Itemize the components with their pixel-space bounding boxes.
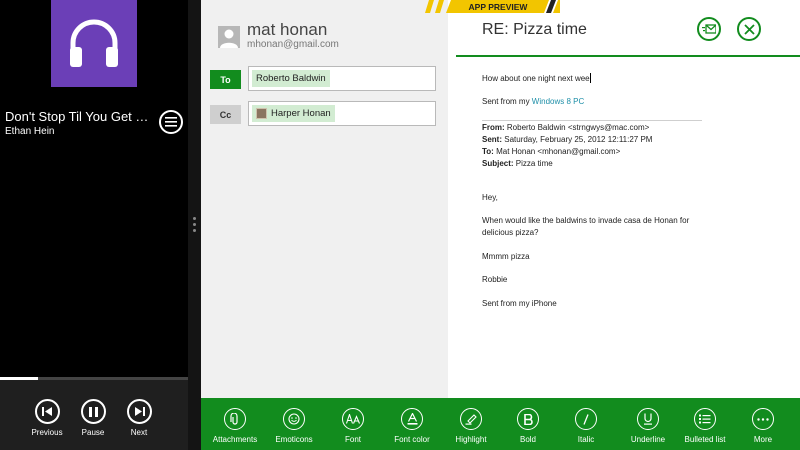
close-icon (743, 23, 755, 35)
italic-label: Italic (577, 435, 595, 444)
bold-icon (517, 408, 539, 430)
sent-value: Saturday, February 25, 2012 12:11:27 PM (504, 135, 653, 144)
font-label: Font (344, 435, 361, 444)
snap-splitter[interactable] (188, 0, 201, 450)
app-bar: Attachments Emoticons Font Font color Hi… (201, 398, 800, 450)
highlight-button[interactable]: Highlight (441, 408, 501, 444)
quote-sent: Sent: Saturday, February 25, 2012 12:11:… (482, 135, 652, 144)
headphones-icon (70, 19, 118, 67)
close-button[interactable] (737, 17, 761, 41)
previous-icon (34, 399, 60, 424)
to-label: To: (482, 147, 494, 156)
font-button[interactable]: Font (323, 408, 383, 444)
to-value: Mat Honan <mhonan@gmail.com> (496, 147, 621, 156)
paperclip-icon (224, 408, 246, 430)
message-pane (448, 0, 800, 398)
typed-text-line: How about one night next wee (482, 73, 591, 83)
header-divider (456, 55, 800, 57)
font-color-button[interactable]: Font color (382, 408, 442, 444)
quote-line-3: Mmmm pizza (482, 252, 530, 261)
quote-from: From: Roberto Baldwin <strngwys@mac.com> (482, 123, 649, 132)
send-button[interactable] (697, 17, 721, 41)
cc-recipient-chip[interactable]: Harper Honan (252, 105, 335, 122)
italic-icon (575, 408, 597, 430)
subject[interactable]: RE: Pizza time (482, 21, 587, 39)
subject-label: Subject: (482, 159, 514, 168)
emoticons-label: Emoticons (275, 435, 313, 444)
windows-8-link[interactable]: Windows 8 PC (532, 97, 584, 106)
font-color-icon (401, 408, 423, 430)
music-controls: Previous Pause Next (0, 380, 188, 450)
typed-text: How about one night next wee (482, 74, 590, 83)
quote-line-2: delicious pizza? (482, 228, 539, 237)
album-art[interactable] (51, 0, 137, 87)
quote-divider (482, 120, 702, 121)
from-value: Roberto Baldwin <strngwys@mac.com> (506, 123, 650, 132)
track-title: Don't Stop Til You Get En… (5, 109, 157, 124)
track-artist: Ethan Hein (5, 126, 55, 137)
next-label: Next (130, 428, 148, 437)
cc-button[interactable]: Cc (210, 105, 241, 124)
next-icon (126, 399, 152, 424)
highlight-icon (460, 408, 482, 430)
subject-value: Pizza time (515, 159, 553, 168)
highlight-label: Highlight (455, 435, 487, 444)
send-icon (702, 24, 716, 34)
bulleted-list-button[interactable]: Bulleted list (675, 408, 735, 444)
font-icon (342, 408, 364, 430)
pause-icon (80, 399, 106, 424)
underline-button[interactable]: Underline (618, 408, 678, 444)
to-button[interactable]: To (210, 70, 241, 89)
quote-name: Robbie (482, 275, 508, 284)
bulleted-list-icon (694, 408, 716, 430)
recipient-name: Roberto Baldwin (256, 73, 326, 84)
signature-line: Sent from my Windows 8 PC (482, 97, 584, 106)
list-icon (165, 117, 177, 127)
compose-header-pane: mat honan mhonan@gmail.com To Roberto Ba… (201, 0, 448, 398)
attachments-label: Attachments (212, 435, 258, 444)
font-color-label: Font color (394, 435, 430, 444)
cc-field[interactable]: Harper Honan (248, 101, 436, 126)
quote-greeting: Hey, (482, 193, 498, 202)
music-pane: Don't Stop Til You Get En… Ethan Hein Pr… (0, 0, 188, 450)
cc-recipient-name: Harper Honan (271, 108, 331, 119)
bold-label: Bold (519, 435, 536, 444)
now-playing-list-button[interactable] (159, 110, 183, 134)
screen: Don't Stop Til You Get En… Ethan Hein Pr… (0, 0, 800, 450)
smiley-icon (283, 408, 305, 430)
underline-label: Underline (630, 435, 666, 444)
splitter-grip-icon[interactable] (193, 217, 196, 235)
bulleted-list-label: Bulleted list (684, 435, 726, 444)
next-button[interactable]: Next (109, 399, 169, 437)
avatar (218, 26, 240, 48)
app-preview-text: APP PREVIEW (469, 2, 529, 12)
more-button[interactable]: More (733, 408, 793, 444)
text-caret (589, 73, 591, 83)
quote-to: To: Mat Honan <mhonan@gmail.com> (482, 147, 620, 156)
attachments-button[interactable]: Attachments (205, 408, 265, 444)
recipient-chip[interactable]: Roberto Baldwin (252, 70, 330, 87)
sender-email: mhonan@gmail.com (247, 39, 339, 50)
signature-prefix: Sent from my (482, 97, 532, 106)
more-icon (752, 408, 774, 430)
sent-label: Sent: (482, 135, 502, 144)
person-icon (220, 29, 238, 48)
quote-subject: Subject: Pizza time (482, 159, 553, 168)
contact-photo (256, 108, 267, 119)
app-preview-banner: APP PREVIEW (425, 0, 560, 13)
to-field[interactable]: Roberto Baldwin (248, 66, 436, 91)
emoticons-button[interactable]: Emoticons (264, 408, 324, 444)
more-label: More (753, 435, 773, 444)
quote-signature: Sent from my iPhone (482, 299, 557, 308)
from-label: From: (482, 123, 505, 132)
quote-line-1: When would like the baldwins to invade c… (482, 216, 690, 225)
underline-icon (637, 408, 659, 430)
sender-name: mat honan (247, 20, 328, 39)
bold-button[interactable]: Bold (498, 408, 558, 444)
italic-button[interactable]: Italic (556, 408, 616, 444)
